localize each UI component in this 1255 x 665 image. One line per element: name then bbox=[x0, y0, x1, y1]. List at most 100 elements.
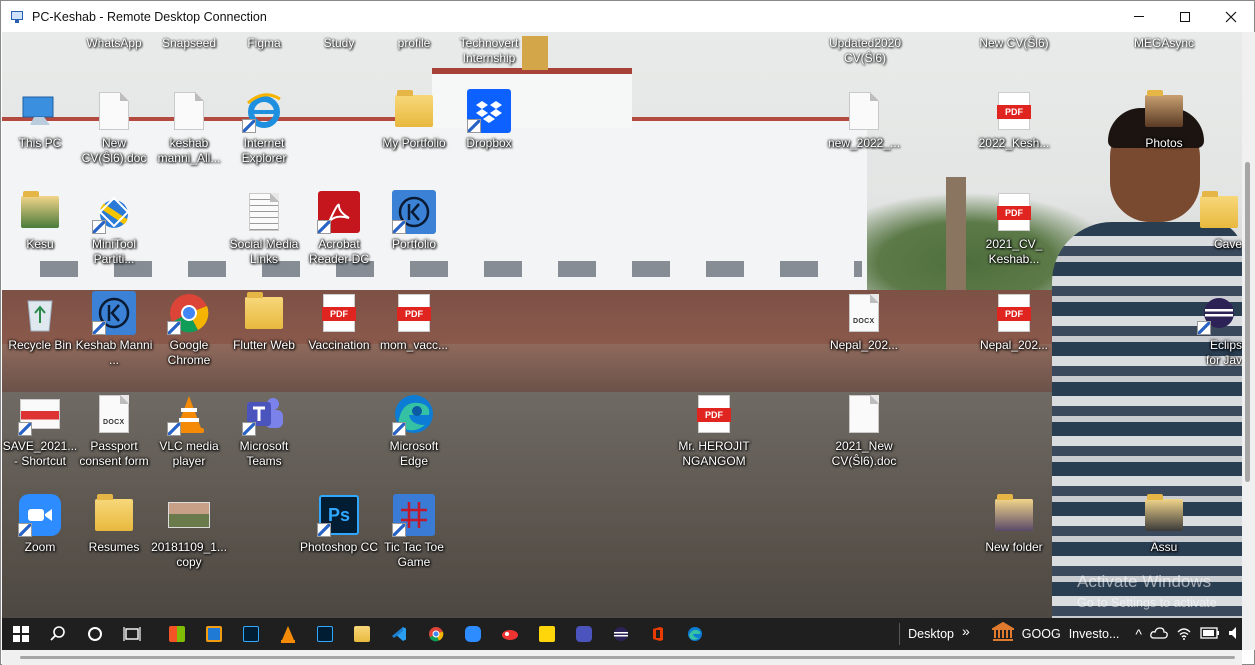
desktop-icon-label[interactable]: MEGAsync bbox=[1119, 36, 1209, 51]
horizontal-scrollbar[interactable] bbox=[2, 650, 1242, 665]
desktop-icon-vlc[interactable]: VLC media player bbox=[151, 392, 227, 469]
desktop-toolbar-label[interactable]: Desktop bbox=[908, 627, 954, 641]
image-icon bbox=[18, 392, 62, 436]
cloud-icon[interactable] bbox=[1150, 626, 1168, 643]
desktop-icon-nepal-202-pdf[interactable]: PDF Nepal_202... bbox=[976, 291, 1052, 353]
maximize-button[interactable] bbox=[1162, 1, 1208, 32]
desktop-icon-keshab-manni[interactable]: Keshab Manni ... bbox=[76, 291, 152, 368]
desktop-icon-photoshop[interactable]: Ps Photoshop CC bbox=[300, 493, 378, 555]
vertical-scroll-thumb[interactable] bbox=[1245, 162, 1250, 482]
desktop-icon-social-media-links[interactable]: Social Media Links bbox=[226, 190, 302, 267]
desktop-icon-flutter-web[interactable]: Flutter Web bbox=[226, 291, 302, 353]
taskbar-chrome[interactable] bbox=[417, 618, 454, 650]
desktop-icon-my-portfolio[interactable]: My Portfolio bbox=[376, 89, 452, 151]
taskbar-office[interactable] bbox=[639, 618, 676, 650]
desktop-icon-microsoft-teams[interactable]: Microsoft Teams bbox=[226, 392, 302, 469]
desktop-icon-label[interactable]: Updated2020 CV(Ŝl6) bbox=[819, 36, 911, 66]
show-hidden-icons-button[interactable]: ^ bbox=[1135, 626, 1142, 642]
search-button[interactable] bbox=[39, 618, 76, 650]
desktop-icon-2021-cv-keshab[interactable]: PDF 2021_CV_ Keshab... bbox=[976, 190, 1052, 267]
desktop-icon-acrobat-reader[interactable]: Acrobat Reader DC bbox=[301, 190, 377, 267]
minimize-button[interactable] bbox=[1116, 1, 1162, 32]
pdf-icon: PDF bbox=[392, 291, 436, 335]
desktop-icon-zoom[interactable]: Zoom bbox=[2, 493, 78, 555]
taskbar-photoshop-2[interactable] bbox=[306, 618, 343, 650]
taskbar-teams[interactable] bbox=[565, 618, 602, 650]
cortana-button[interactable] bbox=[76, 618, 113, 650]
title-bar[interactable]: PC-Keshab - Remote Desktop Connection bbox=[1, 1, 1254, 32]
desktop-icon-minitool[interactable]: MiniTool Partiti... bbox=[76, 190, 152, 267]
desktop-icon-keshab-manni-all[interactable]: keshab manni_All... bbox=[151, 89, 227, 166]
taskbar-edge[interactable] bbox=[676, 618, 713, 650]
wifi-icon[interactable] bbox=[1176, 626, 1192, 643]
desktop-icon-nepal-202-docx[interactable]: DOCX Nepal_202... bbox=[826, 291, 902, 353]
taskbar-eclipse[interactable] bbox=[602, 618, 639, 650]
desktop-icon-2021-new-cv[interactable]: 2021_New CV(Ŝl6).doc bbox=[826, 392, 902, 469]
sticky-notes-icon bbox=[538, 626, 555, 642]
desktop-icon-new-2022[interactable]: new_2022_... bbox=[826, 89, 902, 151]
news-widget[interactable]: Investo... bbox=[1069, 627, 1120, 641]
teams-icon bbox=[242, 392, 286, 436]
taskbar-vlc[interactable] bbox=[269, 618, 306, 650]
desktop-icon-mom-vacc[interactable]: PDF mom_vacc... bbox=[376, 291, 452, 353]
eclipse-icon bbox=[613, 627, 628, 641]
desktop-icon-resumes[interactable]: Resumes bbox=[76, 493, 152, 555]
desktop-icon-2022-kesh[interactable]: PDF 2022_Kesh... bbox=[976, 89, 1052, 151]
desktop-icon-label[interactable]: Technovert Internship bbox=[444, 36, 534, 66]
desktop-icon-cave[interactable]: Cave bbox=[1196, 190, 1242, 252]
portfolio-icon bbox=[92, 291, 136, 335]
desktop-icon-eclipse[interactable]: Eclips for Jav bbox=[1196, 291, 1242, 368]
desktop-icon-portfolio[interactable]: Portfolio bbox=[376, 190, 452, 252]
task-view-button[interactable] bbox=[113, 618, 150, 650]
desktop-icon-passport-consent[interactable]: DOCX Passport consent form bbox=[76, 392, 152, 469]
text-file-icon bbox=[242, 190, 286, 234]
desktop-icon-recycle-bin[interactable]: Recycle Bin bbox=[2, 291, 78, 353]
desktop-icon-tic-tac-toe[interactable]: Tic Tac Toe Game bbox=[376, 493, 452, 570]
desktop-icon-save-2021-shortcut[interactable]: SAVE_2021... - Shortcut bbox=[2, 392, 78, 469]
close-button[interactable] bbox=[1208, 1, 1254, 32]
acrobat-icon bbox=[317, 190, 361, 234]
toolbar-expand-chevron[interactable]: » bbox=[962, 623, 970, 639]
remote-desktop-area[interactable]: WhatsApp Snapseed Figma Study profile Te… bbox=[2, 32, 1242, 618]
maximize-icon bbox=[1180, 11, 1190, 22]
taskbar-photoshop-1[interactable] bbox=[232, 618, 269, 650]
desktop-icon-internet-explorer[interactable]: Internet Explorer bbox=[226, 89, 302, 166]
desktop-icon-vaccination[interactable]: PDF Vaccination bbox=[301, 291, 377, 353]
taskbar-zoom[interactable] bbox=[454, 618, 491, 650]
desktop-icon-mr-herojit[interactable]: PDF Mr. HEROJIT NGANGOM bbox=[676, 392, 752, 469]
desktop-icon-photos[interactable]: Photos bbox=[1126, 89, 1202, 151]
volume-icon[interactable] bbox=[1228, 626, 1240, 643]
windows-icon bbox=[12, 626, 29, 642]
edge-icon bbox=[392, 392, 436, 436]
start-button[interactable] bbox=[2, 618, 39, 650]
desktop-icon-label[interactable]: New CV(Ŝl6) bbox=[969, 36, 1059, 51]
desktop-icon-microsoft-edge[interactable]: Microsoft Edge bbox=[376, 392, 452, 469]
desktop-icon-dropbox[interactable]: Dropbox bbox=[451, 89, 527, 151]
pdf-icon: PDF bbox=[692, 392, 736, 436]
taskbar-file-explorer[interactable] bbox=[343, 618, 380, 650]
computer-icon bbox=[18, 89, 62, 133]
photoshop-icon bbox=[242, 626, 259, 642]
document-icon bbox=[167, 89, 211, 133]
chrome-icon bbox=[167, 291, 211, 335]
vscode-icon bbox=[391, 627, 406, 641]
taskbar-vscode[interactable] bbox=[380, 618, 417, 650]
taskbar-store[interactable] bbox=[158, 618, 195, 650]
battery-icon[interactable] bbox=[1200, 626, 1220, 642]
remote-desktop-window: PC-Keshab - Remote Desktop Connection Wh… bbox=[0, 0, 1255, 665]
desktop-icon-assu[interactable]: Assu bbox=[1126, 493, 1202, 555]
desktop-icon-new-cv[interactable]: New CV(Ŝl6).doc bbox=[76, 89, 152, 166]
desktop-icon-google-chrome[interactable]: Google Chrome bbox=[151, 291, 227, 368]
vertical-scrollbar[interactable] bbox=[1242, 32, 1255, 650]
horizontal-scroll-thumb[interactable] bbox=[20, 656, 1235, 659]
taskbar-snip[interactable] bbox=[491, 618, 528, 650]
desktop-icon-new-folder[interactable]: New folder bbox=[976, 493, 1052, 555]
taskbar-app-blue[interactable] bbox=[195, 618, 232, 650]
desktop-icon-this-pc[interactable]: This PC bbox=[2, 89, 78, 151]
photoshop-icon bbox=[316, 626, 333, 642]
taskbar-sticky-notes[interactable] bbox=[528, 618, 565, 650]
stock-ticker[interactable]: GOOG bbox=[1022, 627, 1061, 641]
desktop-icon-photo-20181109[interactable]: 20181109_1... copy bbox=[151, 493, 227, 570]
internet-explorer-icon bbox=[242, 89, 286, 133]
desktop-icon-kesu[interactable]: Kesu bbox=[2, 190, 78, 252]
